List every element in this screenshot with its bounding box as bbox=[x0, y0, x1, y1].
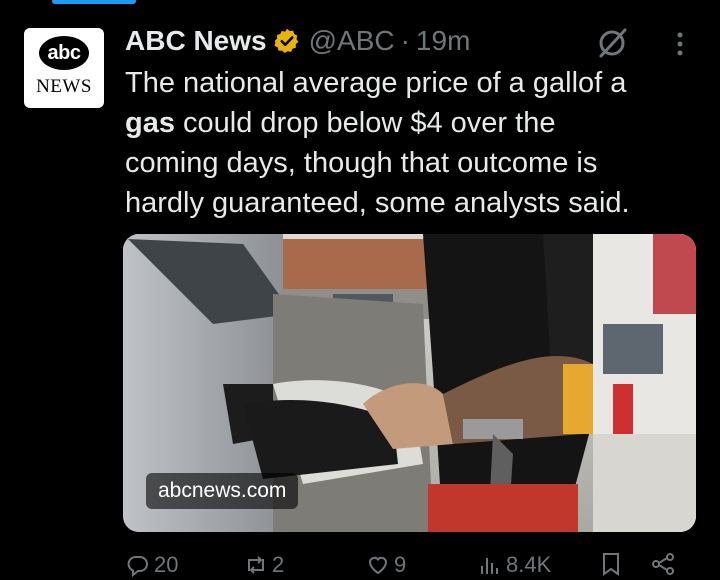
post-actions: 20 2 9 8.4K bbox=[0, 552, 720, 580]
post-text-line: The national average price of a gallof a bbox=[125, 67, 627, 99]
reply-icon bbox=[127, 556, 148, 577]
reply-button[interactable]: 20 bbox=[126, 552, 178, 578]
views-button[interactable]: 8.4K bbox=[478, 552, 551, 578]
media-link-badge[interactable]: abcnews.com bbox=[146, 473, 299, 509]
reply-count: 20 bbox=[154, 552, 179, 577]
views-icon bbox=[481, 558, 498, 574]
more-icon[interactable] bbox=[670, 30, 690, 60]
post-text-line: hardly guaranteed, some analysts said. bbox=[125, 187, 630, 219]
avatar[interactable]: abc NEWS bbox=[24, 28, 104, 108]
share-icon[interactable] bbox=[650, 552, 676, 576]
avatar-logo-news: NEWS bbox=[36, 76, 92, 97]
separator-dot: · bbox=[400, 25, 410, 56]
like-button[interactable]: 9 bbox=[366, 552, 406, 578]
bookmark-icon[interactable] bbox=[600, 552, 622, 576]
post-text-bold: gas bbox=[125, 107, 175, 139]
post-text-line: gas could drop below $4 over the bbox=[125, 103, 705, 143]
author-handle[interactable]: @ABC bbox=[309, 25, 395, 57]
repost-icon bbox=[248, 556, 264, 574]
post-text: The national average price of a gallof a… bbox=[125, 63, 705, 223]
views-count: 8.4K bbox=[506, 552, 552, 577]
repost-count: 2 bbox=[272, 552, 285, 577]
like-icon bbox=[368, 556, 388, 575]
like-count: 9 bbox=[394, 552, 407, 577]
tab-indicator bbox=[52, 0, 136, 4]
grok-icon[interactable] bbox=[595, 26, 629, 60]
repost-button[interactable]: 2 bbox=[244, 552, 284, 578]
post-time[interactable]: 19m bbox=[416, 25, 470, 57]
author-name[interactable]: ABC News bbox=[125, 25, 267, 57]
avatar-logo-abc: abc bbox=[39, 36, 89, 70]
post-header: ABC News @ABC · 19m bbox=[125, 23, 470, 59]
post-text-line: coming days, though that outcome is bbox=[125, 147, 598, 179]
post-text-rest: could drop below $4 over the bbox=[174, 107, 556, 139]
verified-badge-icon[interactable] bbox=[273, 27, 301, 55]
